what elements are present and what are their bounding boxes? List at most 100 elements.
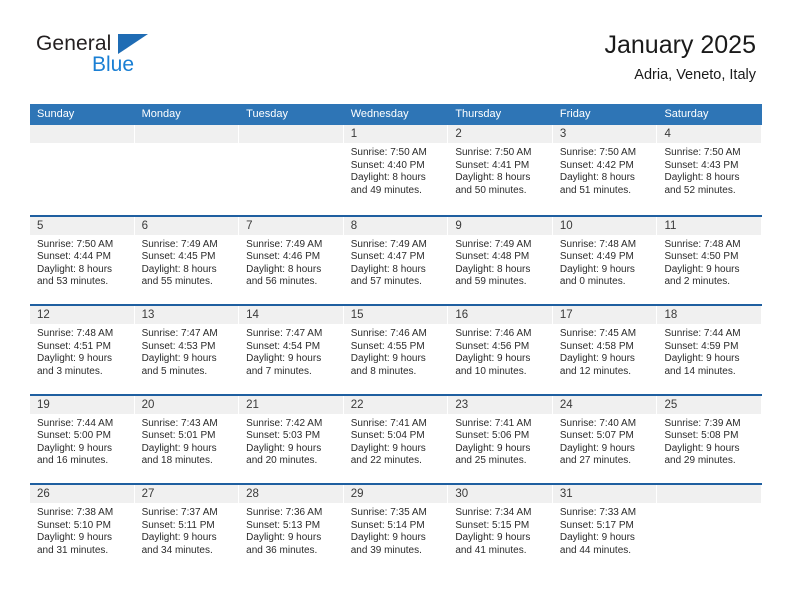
- calendar-day-cell[interactable]: 14 Sunrise: 7:47 AM Sunset: 4:54 PM Dayligh…: [239, 306, 344, 394]
- calendar-day-cell[interactable]: 4 Sunrise: 7:50 AM Sunset: 4:43 PM Daylight…: [657, 125, 763, 215]
- day-number: 23: [448, 395, 552, 414]
- sunrise-time: Sunrise: 7:33 AM: [559, 507, 637, 518]
- calendar-day-cell[interactable]: 8 Sunrise: 7:49 AM Sunset: 4:47 PM Daylight…: [343, 216, 449, 304]
- day-number: 28: [239, 485, 343, 503]
- day-details: Sunrise: 7:37 AM Sunset: 5:11 PM Daylight:…: [135, 503, 239, 557]
- brand-logo[interactable]: General Blue: [36, 32, 266, 88]
- calendar-day-cell[interactable]: 6 Sunrise: 7:49 AM Sunset: 4:45 PM Daylight…: [134, 216, 240, 304]
- calendar-day-cell[interactable]: 21 Sunrise: 7:42 AM Sunset: 5:03 PM Dayligh…: [239, 395, 344, 483]
- sunset-time: Sunset: 4:48 PM: [455, 251, 530, 263]
- sunset-time: Sunset: 4:49 PM: [559, 251, 634, 263]
- calendar-day-cell[interactable]: 26 Sunrise: 7:38 AM Sunset: 5:10 PM Dayligh…: [30, 485, 135, 573]
- calendar-day-cell[interactable]: 18 Sunrise: 7:44 AM Sunset: 4:59 PM Dayligh…: [657, 306, 763, 394]
- daylight-duration-line1: Daylight: 9 hours: [559, 353, 635, 365]
- daylight-duration-line1: Daylight: 8 hours: [350, 263, 426, 275]
- day-details: Sunrise: 7:34 AM Sunset: 5:15 PM Daylight:…: [448, 503, 552, 557]
- daylight-duration-line1: Daylight: 9 hours: [455, 353, 531, 365]
- sunrise-time: Sunrise: 7:38 AM: [37, 507, 114, 518]
- daylight-duration-line1: Daylight: 9 hours: [559, 532, 635, 544]
- daylight-duration-line2: and 31 minutes.: [37, 544, 109, 556]
- calendar-day-cell[interactable]: 25 Sunrise: 7:39 AM Sunset: 5:08 PM Dayligh…: [657, 395, 763, 483]
- calendar-day-cell[interactable]: 29 Sunrise: 7:35 AM Sunset: 5:14 PM Dayligh…: [343, 485, 449, 573]
- calendar-week-row: 19 Sunrise: 7:44 AM Sunset: 5:00 PM Dayligh…: [30, 393, 763, 483]
- calendar-day-cell[interactable]: 5 Sunrise: 7:50 AM Sunset: 4:44 PM Daylight…: [30, 216, 135, 304]
- calendar-day-cell[interactable]: 19 Sunrise: 7:44 AM Sunset: 5:00 PM Dayligh…: [30, 395, 135, 483]
- calendar-day-cell[interactable]: 11 Sunrise: 7:48 AM Sunset: 4:50 PM Dayligh…: [657, 216, 763, 304]
- calendar-day-cell[interactable]: 22 Sunrise: 7:41 AM Sunset: 5:04 PM Dayligh…: [343, 395, 449, 483]
- sunset-time: Sunset: 4:43 PM: [664, 159, 739, 171]
- calendar-day-cell[interactable]: 20 Sunrise: 7:43 AM Sunset: 5:01 PM Dayligh…: [134, 395, 240, 483]
- triangle-logo-icon: [118, 34, 148, 54]
- daylight-duration-line1: Daylight: 9 hours: [246, 353, 322, 365]
- day-details: Sunrise: 7:43 AM Sunset: 5:01 PM Daylight:…: [135, 414, 239, 468]
- sunrise-time: Sunrise: 7:36 AM: [246, 507, 323, 518]
- sunset-time: Sunset: 4:51 PM: [37, 340, 111, 352]
- calendar-day-cell[interactable]: 2 Sunrise: 7:50 AM Sunset: 4:41 PM Daylight…: [448, 125, 553, 215]
- calendar-day-cell[interactable]: 28 Sunrise: 7:36 AM Sunset: 5:13 PM Dayligh…: [239, 485, 344, 573]
- daylight-duration-line2: and 20 minutes.: [246, 455, 318, 467]
- day-number: 31: [552, 485, 657, 503]
- sunrise-time: Sunrise: 7:46 AM: [455, 328, 532, 339]
- sunrise-time: Sunrise: 7:45 AM: [559, 328, 637, 339]
- sunrise-time: Sunrise: 7:48 AM: [37, 328, 114, 339]
- calendar-day-cell[interactable]: 13 Sunrise: 7:47 AM Sunset: 4:53 PM Dayligh…: [134, 306, 240, 394]
- day-number: 30: [448, 485, 552, 503]
- calendar-week-row: 1 Sunrise: 7:50 AM Sunset: 4:40 PM Daylight…: [30, 125, 763, 215]
- weekday-header-friday: Friday: [559, 108, 591, 120]
- day-details: [657, 503, 761, 507]
- calendar-day-cell-empty: [30, 125, 135, 215]
- sunrise-time: Sunrise: 7:44 AM: [37, 417, 114, 429]
- sunset-time: Sunset: 5:13 PM: [246, 519, 321, 531]
- calendar-day-cell[interactable]: 9 Sunrise: 7:49 AM Sunset: 4:48 PM Daylight…: [448, 216, 553, 304]
- sunset-time: Sunset: 5:11 PM: [141, 519, 215, 531]
- day-details: Sunrise: 7:46 AM Sunset: 4:56 PM Daylight:…: [448, 324, 552, 378]
- day-number: 26: [30, 485, 134, 503]
- calendar-day-cell[interactable]: 30 Sunrise: 7:34 AM Sunset: 5:15 PM Dayligh…: [448, 485, 553, 573]
- daylight-duration-line1: Daylight: 9 hours: [141, 442, 217, 454]
- sunrise-time: Sunrise: 7:49 AM: [141, 238, 218, 250]
- daylight-duration-line1: Daylight: 9 hours: [350, 442, 426, 454]
- calendar-day-cell[interactable]: 16 Sunrise: 7:46 AM Sunset: 4:56 PM Dayligh…: [448, 306, 553, 394]
- sunset-time: Sunset: 4:59 PM: [664, 340, 739, 352]
- daylight-duration-line2: and 51 minutes.: [559, 184, 632, 196]
- calendar-day-cell[interactable]: 24 Sunrise: 7:40 AM Sunset: 5:07 PM Dayligh…: [552, 395, 658, 483]
- sunrise-time: Sunrise: 7:48 AM: [664, 238, 741, 250]
- sunrise-time: Sunrise: 7:46 AM: [350, 328, 427, 339]
- sunset-time: Sunset: 5:08 PM: [664, 430, 739, 442]
- daylight-duration-line2: and 12 minutes.: [559, 365, 632, 377]
- calendar-day-cell[interactable]: 31 Sunrise: 7:33 AM Sunset: 5:17 PM Dayligh…: [552, 485, 658, 573]
- calendar-day-cell[interactable]: 7 Sunrise: 7:49 AM Sunset: 4:46 PM Daylight…: [239, 216, 344, 304]
- calendar-day-cell[interactable]: 1 Sunrise: 7:50 AM Sunset: 4:40 PM Daylight…: [343, 125, 449, 215]
- daylight-duration-line2: and 49 minutes.: [350, 184, 422, 196]
- daylight-duration-line2: and 50 minutes.: [455, 184, 527, 196]
- calendar-day-cell[interactable]: 3 Sunrise: 7:50 AM Sunset: 4:42 PM Daylight…: [552, 125, 658, 215]
- daylight-duration-line2: and 52 minutes.: [664, 184, 736, 196]
- daylight-duration-line2: and 8 minutes.: [350, 365, 417, 377]
- calendar-day-cell[interactable]: 10 Sunrise: 7:48 AM Sunset: 4:49 PM Dayligh…: [552, 216, 658, 304]
- daylight-duration-line2: and 10 minutes.: [455, 365, 527, 377]
- sunrise-time: Sunrise: 7:44 AM: [664, 328, 741, 339]
- day-number: 8: [343, 216, 448, 235]
- day-number: [134, 125, 239, 143]
- day-number: 19: [30, 395, 134, 414]
- daylight-duration-line1: Daylight: 8 hours: [246, 263, 322, 275]
- sunrise-time: Sunrise: 7:50 AM: [350, 147, 427, 158]
- day-details: Sunrise: 7:50 AM Sunset: 4:44 PM Daylight:…: [30, 235, 134, 289]
- brand-name-blue: Blue: [92, 53, 135, 76]
- day-details: Sunrise: 7:50 AM Sunset: 4:40 PM Daylight:…: [344, 143, 448, 197]
- day-number: 18: [657, 306, 762, 324]
- weekday-header-wednesday: Wednesday: [350, 108, 409, 120]
- sunrise-time: Sunrise: 7:40 AM: [559, 417, 637, 429]
- calendar-day-cell[interactable]: 17 Sunrise: 7:45 AM Sunset: 4:58 PM Dayligh…: [552, 306, 658, 394]
- calendar-day-cell[interactable]: 15 Sunrise: 7:46 AM Sunset: 4:55 PM Dayligh…: [343, 306, 449, 394]
- day-number: 10: [552, 216, 657, 235]
- day-number: 2: [448, 125, 552, 143]
- sunset-time: Sunset: 5:01 PM: [141, 430, 216, 442]
- calendar-day-cell[interactable]: 27 Sunrise: 7:37 AM Sunset: 5:11 PM Dayligh…: [134, 485, 240, 573]
- calendar-day-cell[interactable]: 23 Sunrise: 7:41 AM Sunset: 5:06 PM Dayligh…: [448, 395, 553, 483]
- sunrise-time: Sunrise: 7:47 AM: [141, 328, 218, 339]
- calendar-day-cell[interactable]: 12 Sunrise: 7:48 AM Sunset: 4:51 PM Dayligh…: [30, 306, 135, 394]
- day-details: Sunrise: 7:33 AM Sunset: 5:17 PM Daylight:…: [553, 503, 657, 557]
- sunset-time: Sunset: 5:07 PM: [559, 430, 634, 442]
- daylight-duration-line1: Daylight: 9 hours: [455, 532, 531, 544]
